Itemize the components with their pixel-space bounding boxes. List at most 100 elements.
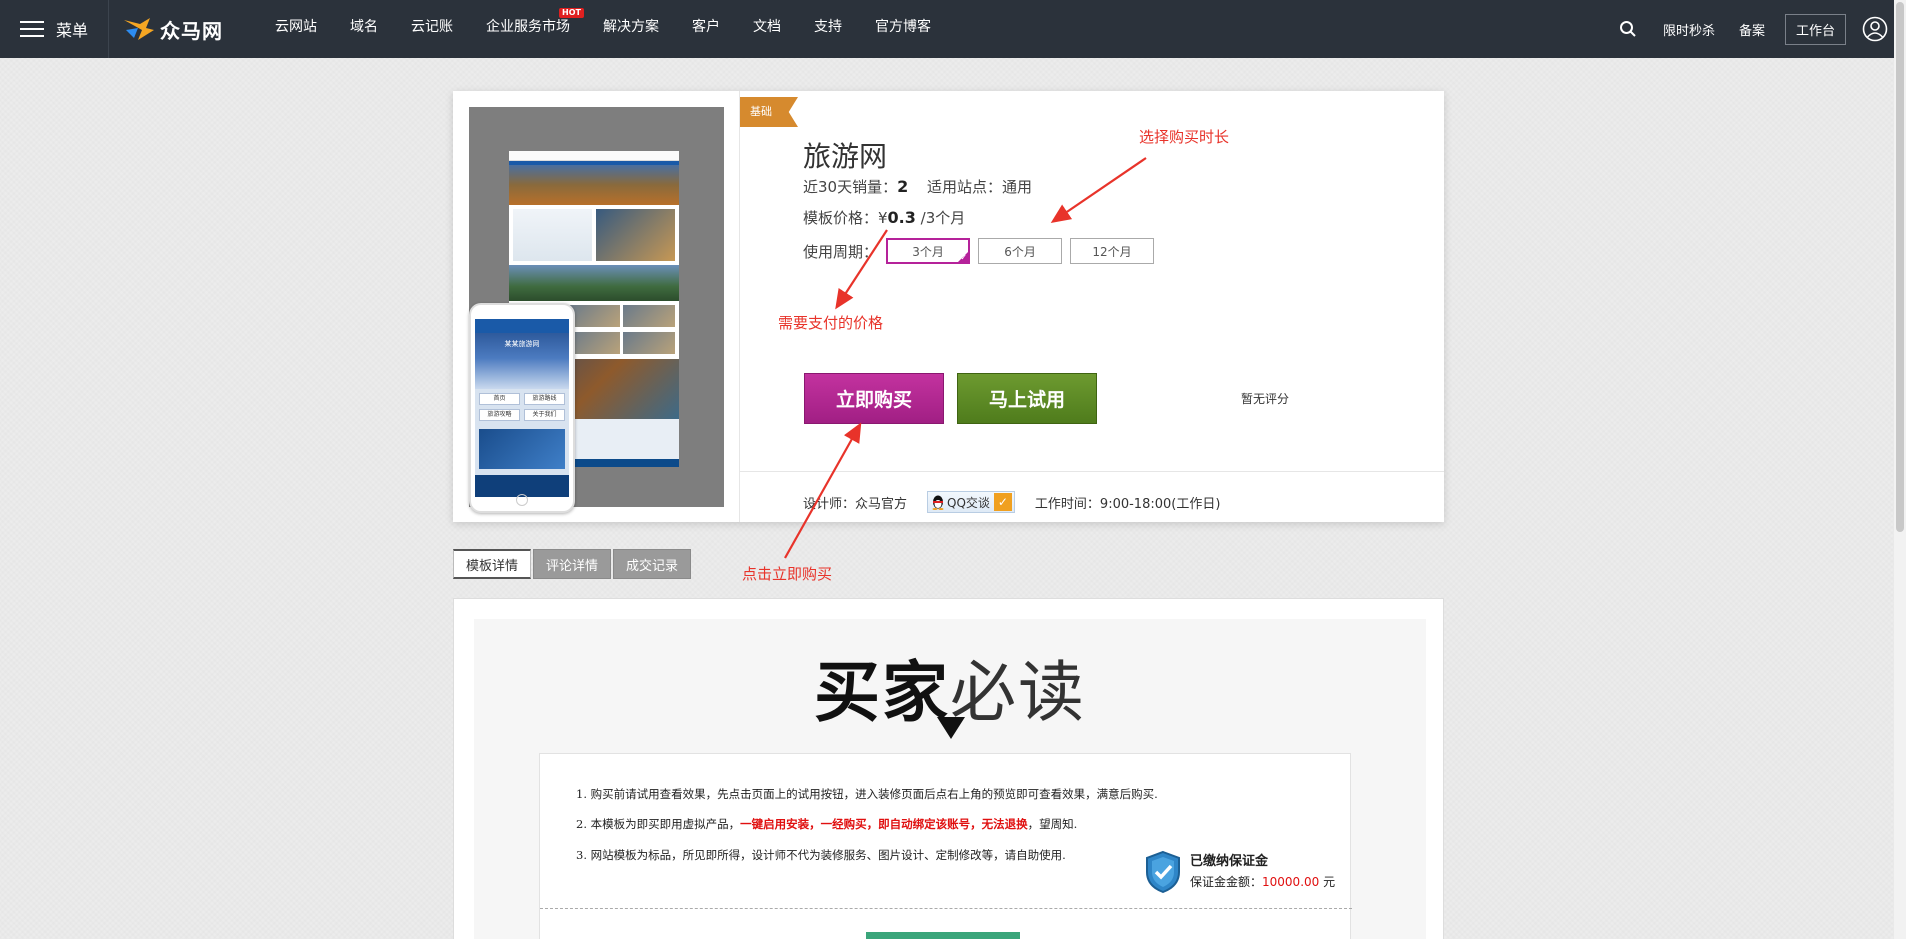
mobile-menu-home: 首页 [479, 393, 520, 405]
hamburger-icon [20, 20, 44, 38]
mobile-menu-about: 关于我们 [524, 409, 565, 421]
deposit-amount: 10000.00 [1262, 875, 1320, 889]
card-divider [739, 471, 1444, 472]
dashed-divider [540, 908, 1352, 909]
nav-link-label: 企业服务市场 [486, 19, 570, 35]
mobile-menu-guides: 旅游攻略 [479, 409, 520, 421]
nav-link-customers[interactable]: 客户 [692, 0, 720, 58]
notice-line-1: 1. 购买前请试用查看效果，先点击页面上的试用按钮，进入装修页面后点右上角的预览… [576, 787, 1158, 801]
deposit-title: 已缴纳保证金 [1190, 854, 1269, 869]
qq-penguin-icon [932, 495, 944, 510]
mobile-hero: 某某旅游网 [475, 333, 569, 389]
menu-button[interactable]: 菜单 [20, 16, 88, 42]
page-scrollbar[interactable] [1894, 0, 1906, 939]
shield-check-icon [1146, 850, 1180, 894]
period-option-label: 12个月 [1092, 244, 1132, 259]
nav-link-docs[interactable]: 文档 [753, 0, 781, 58]
top-nav: 菜单 众马网 云网站 域名 云记账 企业服务市场 HOT 解决方案 客户 文档 支… [0, 0, 1906, 58]
work-hours: 工作时间：9:00-18:00(工作日) [1034, 496, 1221, 512]
qq-chat-button[interactable]: QQ交谈 ✓ [927, 491, 1015, 513]
scrollbar-thumb[interactable] [1896, 2, 1904, 532]
workbench-button[interactable]: 工作台 [1784, 13, 1846, 45]
deposit-badge: 已缴纳保证金 保证金金额：10000.00 元 [1144, 850, 1335, 894]
sales-value: 2 [897, 177, 909, 196]
nav-right: 限时秒杀 备案 工作台 [1619, 0, 1906, 58]
nav-link-label: 云网站 [275, 19, 317, 35]
designer-row: 设计师：众马官方 QQ交谈 ✓ 工作时间：9:00-18:00(工作日) [803, 491, 1220, 513]
notice-title-light: 必读 [950, 654, 1086, 731]
site-label: 适用站点：通用 [927, 178, 1033, 196]
check-icon: ✓ [993, 493, 1012, 511]
try-now-button[interactable]: 马上试用 [957, 373, 1097, 424]
nav-links: 云网站 域名 云记账 企业服务市场 HOT 解决方案 客户 文档 支持 官方博客 [275, 0, 964, 58]
nav-link-solutions[interactable]: 解决方案 [603, 0, 659, 58]
nav-link-cloud-accounting[interactable]: 云记账 [411, 0, 453, 58]
tab-template-details[interactable]: 模板详情 [453, 549, 532, 579]
nav-link-label: 域名 [350, 19, 378, 35]
nav-link-blog[interactable]: 官方博客 [875, 0, 931, 58]
buyer-notice: 买家必读 1. 购买前请试用查看效果，先点击页面上的试用按钮，进入装修页面后点右… [474, 619, 1426, 939]
annotation-click-buy: 点击立即购买 [742, 565, 833, 583]
annotation-choose-duration: 选择购买时长 [1139, 128, 1230, 146]
rating-text: 暂无评分 [1241, 392, 1290, 406]
buy-now-button[interactable]: 立即购买 [804, 373, 944, 424]
search-icon[interactable] [1619, 20, 1637, 38]
period-option-label: 3个月 [912, 244, 944, 259]
designer-label: 设计师：众马官方 [803, 496, 908, 512]
nav-link-domain[interactable]: 域名 [350, 0, 378, 58]
period-row: 使用周期： 3个月 ✓ 6个月 12个月 [803, 238, 1155, 264]
logo[interactable]: 众马网 [122, 14, 223, 44]
notice-line-2: 2. 本模板为即买即用虚拟产品，一键启用安装，一经购买，即自动绑定该账号，无法退… [576, 816, 1077, 832]
logo-horse-icon [124, 18, 154, 40]
nav-link-label: 文档 [753, 19, 781, 35]
check-icon: ✓ [960, 253, 968, 262]
price-row: 模板价格：¥0.3 /3个月 [803, 207, 965, 228]
price-label: 模板价格：¥ [803, 209, 888, 227]
nav-link-label: 客户 [692, 19, 720, 35]
nav-link-label: 支持 [814, 19, 842, 35]
nav-link-label: 官方博客 [875, 19, 931, 35]
nav-link-label: 云记账 [411, 19, 453, 35]
product-title: 旅游网 [803, 140, 888, 173]
user-icon[interactable] [1862, 16, 1888, 42]
nav-link-label: 解决方案 [603, 19, 659, 35]
sales-label: 近30天销量： [803, 178, 898, 196]
nav-link-enterprise-market[interactable]: 企业服务市场 HOT [486, 0, 584, 58]
annotation-price-to-pay: 需要支付的价格 [778, 314, 884, 332]
notice-line-2-text: 2. 本模板为即买即用虚拟产品， [576, 817, 741, 831]
mobile-preview-image: 某某旅游网 首页 旅游路线 旅游攻略 关于我们 [469, 303, 575, 513]
period-option-12-months[interactable]: 12个月 [1070, 238, 1155, 264]
phone-home-button [516, 494, 528, 506]
detail-tabs: 模板详情 评论详情 成交记录 [453, 549, 693, 579]
down-triangle-icon [937, 717, 965, 739]
tab-review-details[interactable]: 评论详情 [533, 549, 612, 579]
period-option-3-months[interactable]: 3个月 ✓ [886, 238, 971, 264]
notice-title-bold: 买家 [814, 654, 950, 731]
filing-link[interactable]: 备案 [1739, 20, 1765, 39]
qq-chat-label: QQ交谈 [947, 495, 990, 510]
flash-sale-link[interactable]: 限时秒杀 [1663, 20, 1715, 39]
nav-link-cloud-site[interactable]: 云网站 [275, 0, 317, 58]
deposit-label: 保证金金额： [1190, 875, 1263, 889]
deposit-amount-row: 保证金金额：10000.00 元 [1190, 872, 1335, 892]
menu-label: 菜单 [56, 21, 89, 40]
notice-line-2-end: ，望周知. [1027, 817, 1078, 831]
tab-transaction-records[interactable]: 成交记录 [613, 549, 692, 579]
tier-ribbon: 基础 [740, 97, 798, 127]
logo-text: 众马网 [160, 18, 223, 43]
price-unit: /3个月 [915, 209, 966, 227]
mobile-site-title: 某某旅游网 [504, 340, 540, 348]
sales-row: 近30天销量：2 适用站点：通用 [803, 176, 1032, 197]
notice-line-3: 3. 网站模板为标品，所见即所得，设计师不代为装修服务、图片设计、定制修改等，请… [576, 848, 1066, 862]
price-value: 0.3 [887, 208, 916, 227]
period-label: 使用周期： [803, 242, 879, 261]
template-preview[interactable]: 某某旅游网 首页 旅游路线 旅游攻略 关于我们 [469, 107, 724, 513]
mobile-menu-routes: 旅游路线 [524, 393, 565, 405]
deposit-unit: 元 [1319, 875, 1336, 889]
product-card: 某某旅游网 首页 旅游路线 旅游攻略 关于我们 基础 旅游网 近30天销量：2 … [453, 91, 1444, 522]
notice-box: 1. 购买前请试用查看效果，先点击页面上的试用按钮，进入装修页面后点右上角的预览… [539, 753, 1352, 939]
period-option-6-months[interactable]: 6个月 [978, 238, 1063, 264]
card-divider [739, 91, 740, 522]
details-panel: 买家必读 1. 购买前请试用查看效果，先点击页面上的试用按钮，进入装修页面后点右… [453, 598, 1444, 939]
nav-link-support[interactable]: 支持 [814, 0, 842, 58]
